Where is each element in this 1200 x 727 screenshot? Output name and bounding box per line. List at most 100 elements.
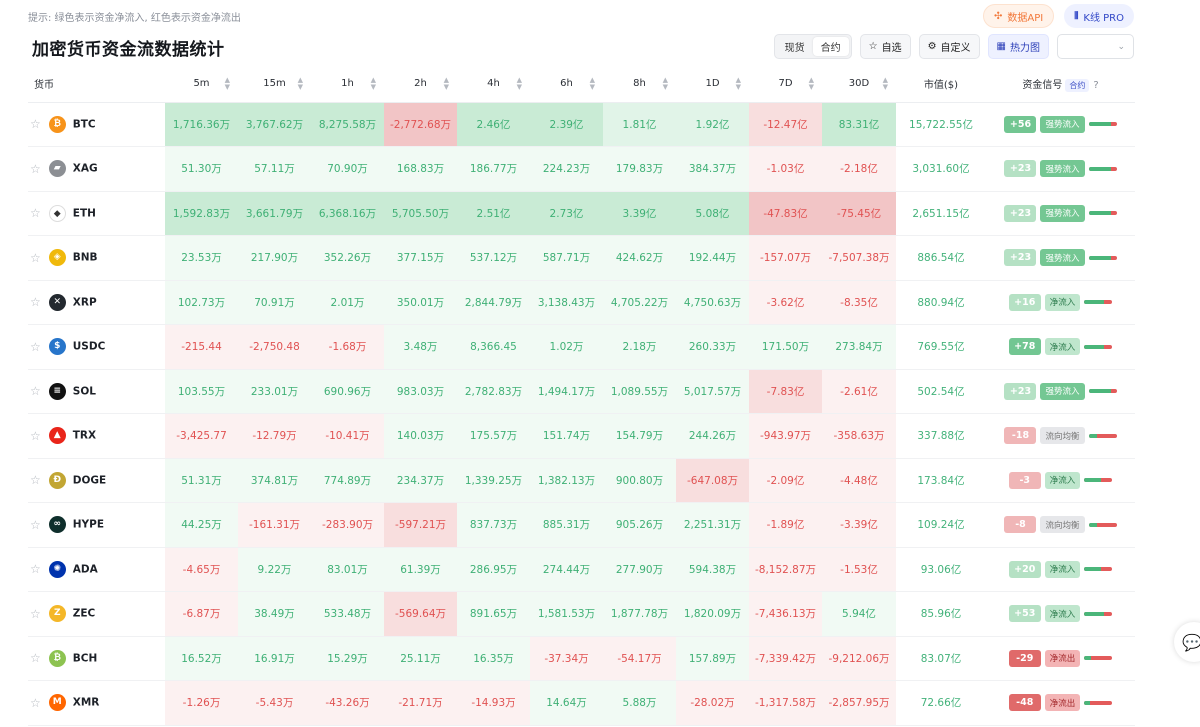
favorite-star-icon[interactable]: ☆	[30, 206, 41, 220]
table-row[interactable]: ☆ ✕ XRP 102.73万 70.91万 2.01万 350.01万 2,844.79万 3…	[28, 280, 1135, 325]
table-row[interactable]: ☆ ▰ XAG 51.30万 57.11万 70.90万 168.83万 186.77万 224…	[28, 146, 1135, 192]
coin-symbol[interactable]: ADA	[73, 563, 98, 575]
flow-value-cell: -1.03亿	[749, 146, 822, 192]
favorite-star-icon[interactable]: ☆	[30, 473, 41, 487]
favorite-star-icon[interactable]: ☆	[30, 117, 41, 131]
favorite-star-icon[interactable]: ☆	[30, 340, 41, 354]
flow-value-cell: 192.44万	[676, 235, 749, 281]
flow-value-cell: 175.57万	[457, 413, 530, 459]
flow-value-cell: 154.79万	[603, 413, 676, 459]
table-row[interactable]: ☆ $ USDC -215.44 -2,750.48 -1.68万 3.48万 8,366.4…	[28, 324, 1135, 370]
table-row[interactable]: ☆ ▲ TRX -3,425.77 -12.79万 -10.41万 140.03万 175.5…	[28, 413, 1135, 459]
coin-symbol[interactable]: BCH	[73, 652, 98, 664]
favorite-star-icon[interactable]: ☆	[30, 518, 41, 532]
favorite-star-icon[interactable]: ☆	[30, 162, 41, 176]
favorite-star-icon[interactable]: ☆	[30, 384, 41, 398]
signal-score-badge: -29	[1008, 649, 1041, 667]
coin-symbol[interactable]: ZEC	[73, 608, 96, 620]
flow-value-cell: -28.02万	[676, 680, 749, 726]
table-row[interactable]: ☆ M XMR -1.26万 -5.43万 -43.26万 -21.71万 -14.93万 14…	[28, 680, 1135, 726]
kline-pro-button[interactable]: ⫴ K线 PRO	[1064, 4, 1134, 28]
table-row[interactable]: ☆ ∞ HYPE 44.25万 -161.31万 -283.90万 -597.21万 837.…	[28, 502, 1135, 548]
data-api-button[interactable]: ✣ 数据API	[982, 4, 1055, 28]
flow-value-cell: -8,152.87万	[749, 547, 822, 592]
sort-icon[interactable]: ▲ ▼	[809, 77, 814, 91]
favorites-button[interactable]: ☆ 自选	[859, 34, 911, 59]
column-header[interactable]: 8h ▲ ▼	[603, 66, 676, 103]
column-header[interactable]: 1D ▲ ▼	[676, 66, 749, 103]
column-header[interactable]: 5m ▲ ▼	[165, 66, 238, 103]
coin-symbol[interactable]: DOGE	[73, 474, 106, 486]
signal-strength-bar	[1088, 122, 1117, 127]
sort-icon[interactable]: ▲ ▼	[736, 77, 741, 91]
table-row[interactable]: ☆ Z ZEC -6.87万 38.49万 533.48万 -569.64万 891.65万 1…	[28, 591, 1135, 637]
signal-cell: +20 净流入	[986, 547, 1135, 592]
sort-icon[interactable]: ▲ ▼	[517, 77, 522, 91]
coin-symbol[interactable]: XAG	[73, 163, 98, 175]
table-row[interactable]: ☆ ₿ BCH 16.52万 16.91万 15.29万 25.11万 16.35万 -37.3…	[28, 636, 1135, 681]
favorite-star-icon[interactable]: ☆	[30, 562, 41, 576]
favorite-star-icon[interactable]: ☆	[30, 251, 41, 265]
column-header[interactable]: 2h ▲ ▼	[384, 66, 457, 103]
tab-contract[interactable]: 合约	[812, 37, 849, 56]
table-row[interactable]: ☆ ✺ ADA -4.65万 9.22万 83.01万 61.39万 286.95万 274.4…	[28, 547, 1135, 592]
table-row[interactable]: ☆ Ð DOGE 51.31万 374.81万 774.89万 234.37万 1,339.2…	[28, 458, 1135, 503]
column-header[interactable]: 市值($)	[896, 66, 986, 103]
flow-value-cell: 2,782.83万	[457, 369, 530, 414]
table-row[interactable]: ☆ ≡ SOL 103.55万 233.01万 690.96万 983.03万 2,782.8…	[28, 369, 1135, 414]
coin-symbol[interactable]: USDC	[73, 341, 106, 353]
sort-icon[interactable]: ▲ ▼	[225, 77, 230, 91]
coin-symbol[interactable]: BTC	[73, 118, 96, 130]
coin-symbol[interactable]: BNB	[73, 252, 98, 264]
sort-icon[interactable]: ▲ ▼	[371, 77, 376, 91]
filter-select[interactable]: ⌄	[1057, 34, 1134, 59]
signal-score-badge: +23	[1004, 249, 1037, 267]
column-header[interactable]: 30D ▲ ▼	[822, 66, 896, 103]
sort-icon[interactable]: ▲ ▼	[883, 77, 888, 91]
flow-value-cell: -4.48亿	[822, 458, 896, 503]
column-header[interactable]: 7D ▲ ▼	[749, 66, 822, 103]
favorite-star-icon[interactable]: ☆	[30, 429, 41, 443]
favorite-star-icon[interactable]: ☆	[30, 651, 41, 665]
column-header[interactable]: 4h ▲ ▼	[457, 66, 530, 103]
sort-icon[interactable]: ▲ ▼	[298, 77, 303, 91]
help-icon[interactable]: ?	[1093, 80, 1098, 91]
signal-strength-bar	[1088, 211, 1117, 216]
coin-symbol[interactable]: XRP	[73, 296, 97, 308]
flow-value-cell: 44.25万	[165, 502, 238, 548]
page-title: 加密货币资金流数据统计	[32, 40, 225, 60]
coin-symbol[interactable]: HYPE	[73, 519, 104, 531]
column-header[interactable]: 1h ▲ ▼	[311, 66, 384, 103]
flow-value-cell: 690.96万	[311, 369, 384, 414]
coin-symbol[interactable]: TRX	[73, 430, 96, 442]
flow-value-cell: 151.74万	[530, 413, 603, 459]
coin-symbol[interactable]: SOL	[73, 385, 96, 397]
sort-icon[interactable]: ▲ ▼	[590, 77, 595, 91]
chat-support-button[interactable]: 💬	[1174, 622, 1200, 662]
flow-value-cell: 1,877.78万	[603, 591, 676, 637]
heatmap-button[interactable]: ▦ 热力图	[987, 34, 1049, 59]
flow-value-cell: -47.83亿	[749, 191, 822, 236]
custom-button[interactable]: ⚙ 自定义	[918, 34, 980, 59]
signal-status-badge: 净流出	[1044, 649, 1081, 667]
table-row[interactable]: ☆ ₿ BTC 1,716.36万 3,767.62万 8,275.58万 -2,772.6…	[28, 102, 1135, 147]
signal-status-badge: 流向均衡	[1040, 516, 1085, 534]
usdc-icon: $	[48, 338, 66, 356]
favorite-star-icon[interactable]: ☆	[30, 295, 41, 309]
signal-score-badge: +23	[1004, 204, 1037, 222]
flow-value-cell: -2.09亿	[749, 458, 822, 503]
favorite-star-icon[interactable]: ☆	[30, 607, 41, 621]
signal-strength-fill	[1088, 433, 1097, 438]
table-row[interactable]: ☆ ◈ BNB 23.53万 217.90万 352.26万 377.15万 537.12万 5…	[28, 235, 1135, 281]
column-label: 30D	[848, 78, 870, 90]
column-header[interactable]: 6h ▲ ▼	[530, 66, 603, 103]
favorite-star-icon[interactable]: ☆	[30, 696, 41, 710]
coin-symbol[interactable]: ETH	[73, 207, 96, 219]
sort-icon[interactable]: ▲ ▼	[444, 77, 449, 91]
coin-symbol[interactable]: XMR	[73, 697, 100, 709]
table-row[interactable]: ☆ ◆ ETH 1,592.83万 3,661.79万 6,368.16万 5,705.50…	[28, 191, 1135, 236]
column-header[interactable]: 15m ▲ ▼	[238, 66, 311, 103]
tab-spot[interactable]: 现货	[777, 37, 813, 56]
flow-value-cell: 23.53万	[165, 235, 238, 281]
sort-icon[interactable]: ▲ ▼	[663, 77, 668, 91]
